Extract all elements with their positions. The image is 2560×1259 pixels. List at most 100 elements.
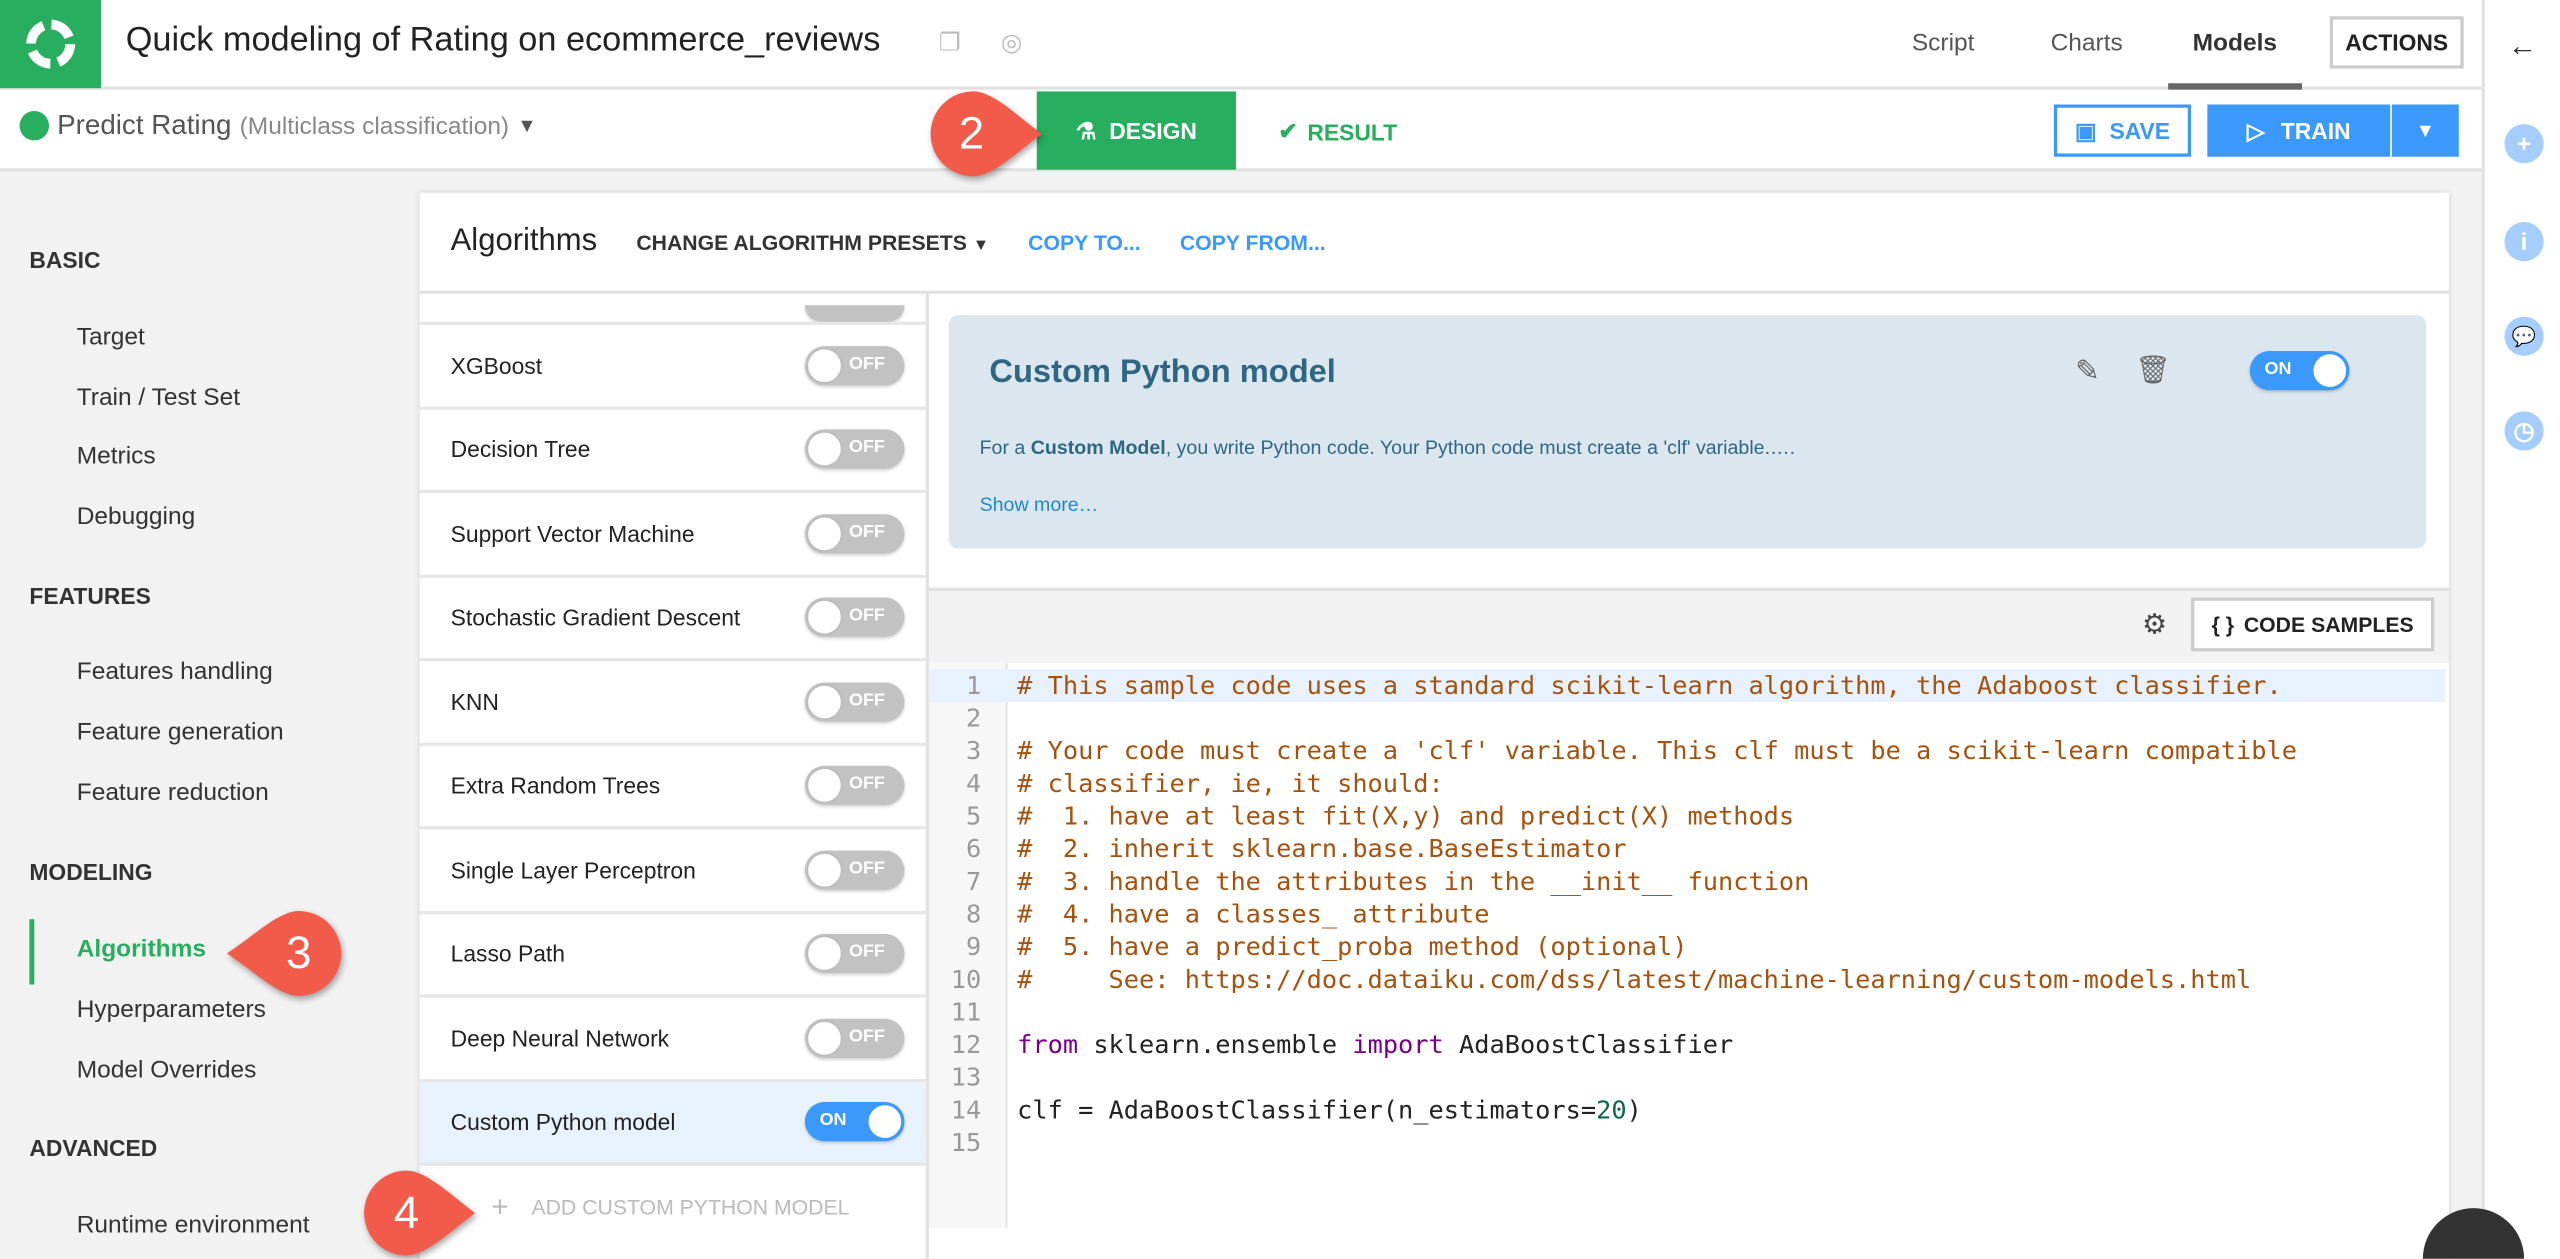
toggle-label: OFF <box>848 690 885 710</box>
chart-check-icon: ✔ <box>1278 117 1298 144</box>
algorithm-toggle[interactable]: OFF <box>804 850 905 890</box>
code-line: 10 # See: https://doc.dataiku.com/dss/lat… <box>929 963 2446 996</box>
desc-bold: Custom Model <box>1030 435 1166 459</box>
trash-icon[interactable]: 🗑 <box>2136 354 2171 387</box>
design-tab[interactable]: ⚗ DESIGN <box>1036 91 1236 170</box>
sidebar-item-hyperparameters[interactable]: Hyperparameters <box>77 996 266 1024</box>
back-arrow-icon[interactable]: ← <box>2508 29 2537 63</box>
sidebar-item-debugging[interactable]: Debugging <box>77 503 195 531</box>
algorithm-toggle[interactable]: OFF <box>804 1018 905 1058</box>
code-line: 4 # classifier, ie, it should: <box>929 767 2446 800</box>
sidebar-item-model-overrides[interactable]: Model Overrides <box>77 1056 257 1084</box>
code-samples-button[interactable]: { } CODE SAMPLES <box>2191 597 2435 652</box>
algorithm-toggle[interactable]: OFF <box>804 513 905 554</box>
algorithm-toggle[interactable]: OFF <box>804 597 905 638</box>
sidebar-section-title: BASIC <box>29 246 101 273</box>
custom-model-description: For a Custom Model, you write Python cod… <box>980 436 1795 459</box>
code-line: 3 # Your code must create a 'clf' variabl… <box>929 735 2446 768</box>
caret-down-icon: ▼ <box>972 235 990 254</box>
show-more-link[interactable]: Show more… <box>980 493 1099 516</box>
code-line: 15 <box>929 1127 2446 1160</box>
algorithm-toggle[interactable] <box>804 305 905 322</box>
sidebar-item-target[interactable]: Target <box>77 323 145 351</box>
algorithm-row[interactable]: Support Vector Machine OFF <box>419 493 926 578</box>
sidebar-section-title: FEATURES <box>29 582 151 609</box>
save-button[interactable]: ▣ SAVE <box>2053 104 2192 157</box>
line-number: 10 <box>950 964 982 995</box>
algorithm-row[interactable]: Extra Random Trees OFF <box>419 745 926 830</box>
train-dropdown-button[interactable]: ▼ <box>2391 104 2459 157</box>
algorithm-name: Decision Tree <box>450 436 591 463</box>
nav-charts[interactable]: Charts <box>2051 29 2123 57</box>
change-presets-dropdown[interactable]: CHANGE ALGORITHM PRESETS ▼ <box>636 229 989 253</box>
algorithms-header: Algorithms CHANGE ALGORITHM PRESETS ▼ CO… <box>419 193 2449 294</box>
toggle-label: OFF <box>848 1026 885 1047</box>
gear-icon[interactable]: ⚙ <box>2142 609 2167 642</box>
model-selector[interactable]: Predict Rating (Multiclass classificatio… <box>19 109 537 142</box>
code-line: 2 <box>929 702 2446 735</box>
sidebar-item-features-handling[interactable]: Features handling <box>77 658 273 686</box>
badge-number: 4 <box>393 1186 420 1238</box>
compass-icon[interactable]: ◎ <box>1001 28 1027 57</box>
algorithm-toggle[interactable]: OFF <box>804 766 905 806</box>
model-name: Predict Rating <box>57 109 232 141</box>
algorithm-row[interactable]: Deep Neural Network OFF <box>419 998 926 1082</box>
code-line: 7 # 3. handle the attributes in the __ini… <box>929 865 2446 898</box>
active-item-indicator <box>29 919 35 985</box>
algorithm-toggle[interactable]: OFF <box>804 345 905 385</box>
train-button[interactable]: ▷ TRAIN <box>2207 104 2391 157</box>
desc-prefix: For a <box>979 435 1031 459</box>
algorithm-toggle[interactable]: ON <box>804 1102 905 1142</box>
copy-from-link[interactable]: COPY FROM... <box>1180 229 1326 253</box>
sidebar-item-train-test-set[interactable]: Train / Test Set <box>77 384 240 412</box>
line-number: 8 <box>965 899 982 929</box>
algorithm-row[interactable]: Custom Python model ON <box>419 1081 926 1166</box>
toggle-label: ON <box>2264 359 2292 379</box>
code-line: 6 # 2. inherit sklearn.base.BaseEstimator <box>929 833 2446 866</box>
algorithms-title: Algorithms <box>450 223 598 258</box>
desc-rest: , you write Python code. Your Python cod… <box>1165 435 1796 459</box>
toggle-label: OFF <box>848 353 885 374</box>
pencil-icon[interactable]: ✎ <box>2075 354 2100 388</box>
right-panel: ← + i 💬 ◷ <box>2481 0 2560 1259</box>
discussion-icon[interactable]: 💬 <box>2504 316 2544 356</box>
code-editor[interactable]: 1 # This sample code uses a standard scik… <box>928 662 2449 1228</box>
algorithm-row[interactable]: Decision Tree OFF <box>419 409 926 494</box>
model-type: (Multiclass classification) <box>239 111 510 140</box>
nav-script[interactable]: Script <box>1912 29 1975 57</box>
algorithm-toggle[interactable]: OFF <box>804 934 905 974</box>
code-line: 5 # 1. have at least fit(X,y) and predict… <box>929 800 2446 833</box>
sidebar-item-runtime-environment[interactable]: Runtime environment <box>77 1211 310 1239</box>
add-custom-python-model-button[interactable]: + ADD CUSTOM PYTHON MODEL <box>420 1166 926 1249</box>
copy-icon[interactable]: ❐ <box>939 28 965 57</box>
algorithm-row[interactable]: Stochastic Gradient Descent OFF <box>419 577 926 662</box>
algorithm-row[interactable]: Single Layer Perceptron OFF <box>419 829 926 914</box>
save-label: SAVE <box>2109 117 2171 144</box>
copy-to-link[interactable]: COPY TO... <box>1028 229 1140 253</box>
algorithm-row[interactable]: XGBoost OFF <box>419 325 926 409</box>
line-number: 5 <box>965 801 982 832</box>
code-token-comment: # 2. inherit sklearn.base.BaseEstimator <box>1017 834 1627 864</box>
train-label: TRAIN <box>2280 117 2351 144</box>
sidebar-section-title: ADVANCED <box>29 1134 158 1161</box>
clock-icon[interactable]: ◷ <box>2504 411 2544 451</box>
sidebar-item-feature-generation[interactable]: Feature generation <box>77 718 284 746</box>
code-line: 12 from sklearn.ensemble import AdaBoostC… <box>929 1029 2446 1062</box>
algorithm-toggle[interactable]: OFF <box>804 429 905 469</box>
result-tab[interactable]: ✔ RESULT <box>1278 118 1397 146</box>
sidebar-item-algorithms[interactable]: Algorithms <box>77 936 206 964</box>
nav-models[interactable]: Models <box>2193 29 2277 57</box>
toggle-label: OFF <box>848 858 885 878</box>
result-label: RESULT <box>1307 118 1398 145</box>
info-icon[interactable]: i <box>2504 222 2544 262</box>
sidebar-item-feature-reduction[interactable]: Feature reduction <box>77 779 269 807</box>
algorithm-row[interactable]: KNN OFF <box>419 661 926 746</box>
code-token-comment: # 1. have at least fit(X,y) and predict(… <box>1017 801 1795 832</box>
actions-button[interactable]: ACTIONS <box>2329 16 2464 69</box>
algorithm-row[interactable]: Lasso Path OFF <box>419 913 926 998</box>
dataiku-logo[interactable] <box>0 0 102 89</box>
sidebar-item-metrics[interactable]: Metrics <box>77 442 156 470</box>
algorithm-toggle[interactable]: OFF <box>804 682 905 722</box>
plus-icon[interactable]: + <box>2504 124 2544 164</box>
custom-model-toggle[interactable]: ON <box>2249 351 2350 391</box>
